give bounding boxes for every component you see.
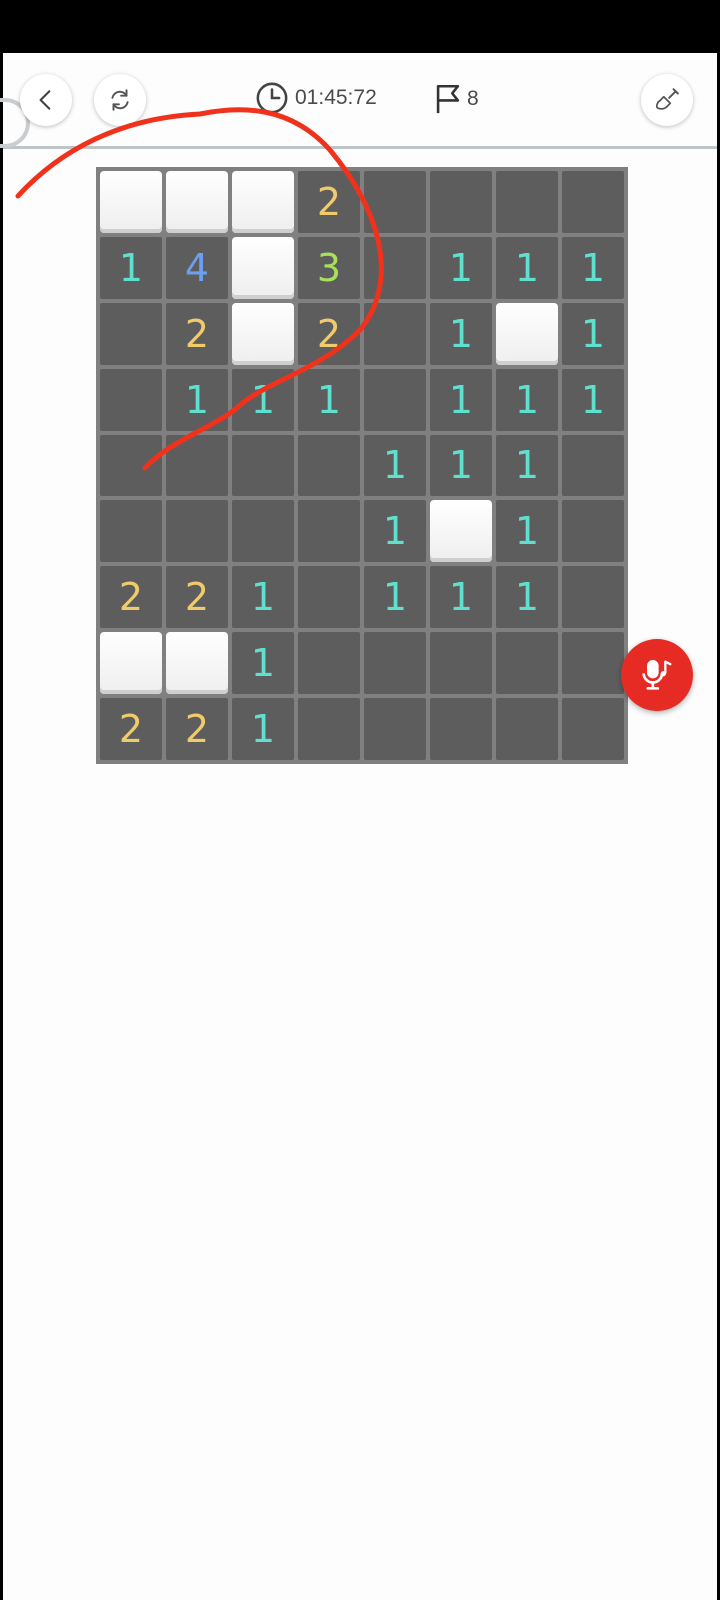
hidden-tile[interactable]: [430, 500, 492, 563]
number-tile[interactable]: 1: [232, 368, 294, 431]
empty-tile[interactable]: [562, 171, 624, 233]
empty-tile[interactable]: [364, 236, 426, 299]
shovel-icon: [655, 88, 679, 110]
number-tile[interactable]: 1: [364, 434, 426, 497]
number-tile[interactable]: 1: [496, 236, 558, 299]
hidden-tile[interactable]: [100, 171, 162, 233]
empty-tile[interactable]: [562, 500, 624, 563]
number-tile[interactable]: 2: [100, 566, 162, 629]
empty-tile[interactable]: [364, 171, 426, 233]
number-tile[interactable]: 1: [562, 302, 624, 365]
empty-tile[interactable]: [364, 698, 426, 760]
game-screen: 01:45:72 8 21431112211111111111112211111…: [0, 53, 717, 1600]
empty-tile[interactable]: [232, 434, 294, 497]
empty-tile[interactable]: [100, 500, 162, 563]
hidden-tile[interactable]: [232, 171, 294, 233]
number-tile[interactable]: 1: [562, 368, 624, 431]
number-tile[interactable]: 1: [430, 368, 492, 431]
number-tile[interactable]: 1: [298, 368, 360, 431]
number-tile[interactable]: 1: [232, 698, 294, 760]
minesweeper-board: 21431112211111111111112211111221: [96, 167, 628, 764]
number-tile[interactable]: 3: [298, 236, 360, 299]
number-tile[interactable]: 2: [166, 566, 228, 629]
number-tile[interactable]: 1: [166, 368, 228, 431]
empty-tile[interactable]: [298, 434, 360, 497]
number-tile[interactable]: 2: [166, 302, 228, 365]
empty-tile[interactable]: [496, 698, 558, 760]
number-tile[interactable]: 1: [496, 434, 558, 497]
empty-tile[interactable]: [100, 302, 162, 365]
flag-icon: [436, 84, 460, 114]
empty-tile[interactable]: [496, 632, 558, 695]
empty-tile[interactable]: [100, 368, 162, 431]
flag-count: 8: [467, 87, 479, 110]
voice-record-button[interactable]: [621, 639, 693, 711]
number-tile[interactable]: 1: [364, 566, 426, 629]
empty-tile[interactable]: [364, 368, 426, 431]
number-tile[interactable]: 1: [232, 566, 294, 629]
empty-tile[interactable]: [562, 632, 624, 695]
number-tile[interactable]: 2: [166, 698, 228, 760]
empty-tile[interactable]: [364, 302, 426, 365]
number-tile[interactable]: 1: [562, 236, 624, 299]
dig-mode-button[interactable]: [641, 74, 693, 126]
empty-tile[interactable]: [496, 171, 558, 233]
empty-tile[interactable]: [298, 566, 360, 629]
empty-tile[interactable]: [166, 500, 228, 563]
number-tile[interactable]: 1: [496, 566, 558, 629]
number-tile[interactable]: 1: [100, 236, 162, 299]
flag-counter: 8: [431, 81, 479, 117]
empty-tile[interactable]: [166, 434, 228, 497]
number-tile[interactable]: 1: [430, 434, 492, 497]
number-tile[interactable]: 1: [430, 566, 492, 629]
empty-tile[interactable]: [430, 698, 492, 760]
number-tile[interactable]: 2: [100, 698, 162, 760]
number-tile[interactable]: 1: [496, 368, 558, 431]
clock-icon: [256, 82, 288, 114]
restart-button[interactable]: [94, 74, 146, 126]
back-button[interactable]: [20, 74, 72, 126]
hidden-tile[interactable]: [100, 632, 162, 695]
empty-tile[interactable]: [298, 500, 360, 563]
empty-tile[interactable]: [562, 698, 624, 760]
empty-tile[interactable]: [430, 632, 492, 695]
empty-tile[interactable]: [298, 698, 360, 760]
timer-text: 01:45:72: [295, 86, 377, 109]
empty-tile[interactable]: [364, 632, 426, 695]
hidden-tile[interactable]: [496, 302, 558, 365]
number-tile[interactable]: 2: [298, 171, 360, 233]
hidden-tile[interactable]: [232, 236, 294, 299]
hidden-tile[interactable]: [232, 302, 294, 365]
empty-tile[interactable]: [562, 566, 624, 629]
empty-tile[interactable]: [100, 434, 162, 497]
timer: 01:45:72: [255, 81, 377, 115]
number-tile[interactable]: 1: [364, 500, 426, 563]
number-tile[interactable]: 2: [298, 302, 360, 365]
empty-tile[interactable]: [430, 171, 492, 233]
number-tile[interactable]: 1: [430, 236, 492, 299]
empty-tile[interactable]: [562, 434, 624, 497]
hidden-tile[interactable]: [166, 632, 228, 695]
top-bar: 01:45:72 8: [0, 53, 717, 149]
number-tile[interactable]: 1: [232, 632, 294, 695]
empty-tile[interactable]: [298, 632, 360, 695]
number-tile[interactable]: 1: [430, 302, 492, 365]
number-tile[interactable]: 4: [166, 236, 228, 299]
hidden-tile[interactable]: [166, 171, 228, 233]
back-icon: [39, 90, 51, 110]
number-tile[interactable]: 1: [496, 500, 558, 563]
empty-tile[interactable]: [232, 500, 294, 563]
restart-icon: [111, 89, 129, 111]
mic-music-icon: [642, 660, 672, 690]
